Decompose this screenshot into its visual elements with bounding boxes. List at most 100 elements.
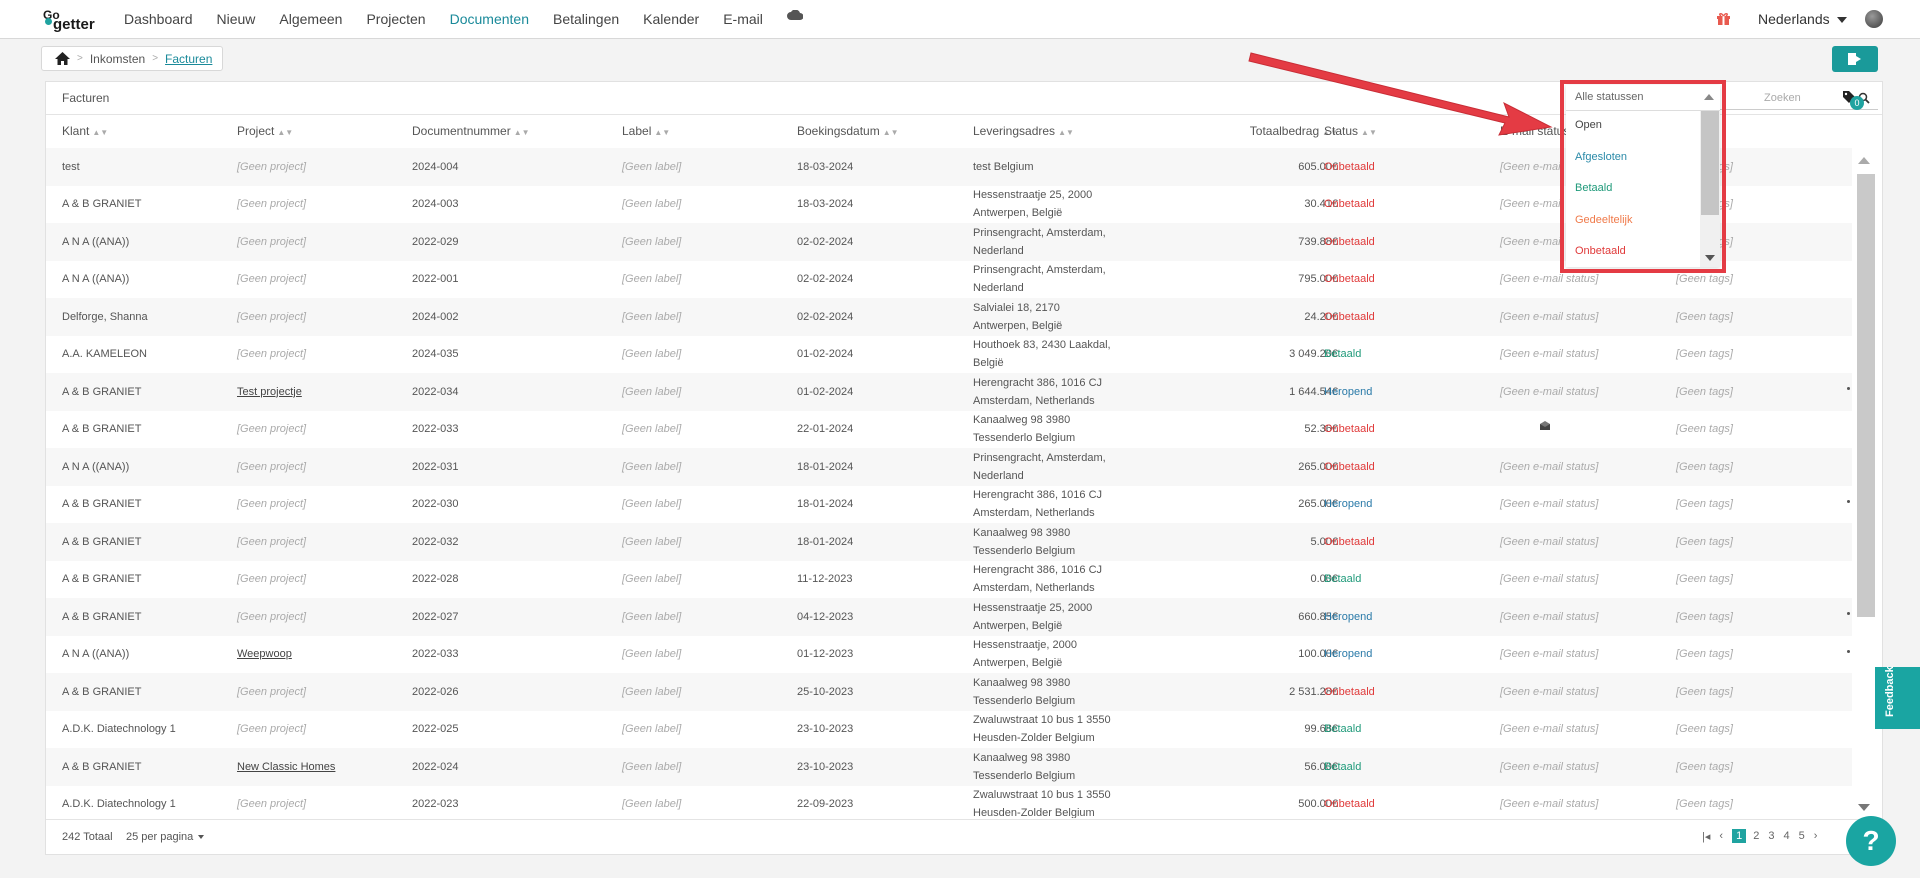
- cell-project[interactable]: [Geen project]: [237, 195, 306, 213]
- page-1[interactable]: 1: [1732, 829, 1747, 843]
- cell-label[interactable]: [Geen label]: [622, 720, 681, 738]
- per-page-select[interactable]: 25 per pagina: [126, 831, 205, 843]
- cell-status[interactable]: Heropend: [1324, 645, 1372, 663]
- cell-documentnummer[interactable]: 2022-033: [412, 645, 459, 663]
- column-header-leveringsadres[interactable]: Leveringsadres ▲▼: [973, 124, 1074, 138]
- cell-project[interactable]: [Geen project]: [237, 570, 306, 588]
- cell-label[interactable]: [Geen label]: [622, 270, 681, 288]
- cell-tags[interactable]: [Geen tags]: [1676, 570, 1733, 588]
- cell-email-status[interactable]: [Geen e-mail status]: [1500, 795, 1598, 813]
- nav-documenten[interactable]: Documenten: [450, 11, 529, 27]
- cell-tags[interactable]: [Geen tags]: [1676, 533, 1733, 551]
- cell-tags[interactable]: [Geen tags]: [1676, 420, 1733, 438]
- cell-tags[interactable]: [Geen tags]: [1676, 683, 1733, 701]
- table-row[interactable]: A.A. KAMELEON [Geen project] 2024-035 [Geen…: [46, 336, 1852, 374]
- cell-documentnummer[interactable]: 2022-025: [412, 720, 459, 738]
- cell-status[interactable]: Onbetaald: [1324, 195, 1375, 213]
- cell-label[interactable]: [Geen label]: [622, 158, 681, 176]
- cell-klant[interactable]: A & B GRANIET: [62, 383, 141, 401]
- column-header-boekingsdatum[interactable]: Boekingsdatum ▲▼: [797, 124, 899, 138]
- cell-email-status[interactable]: [Geen e-mail status]: [1500, 683, 1598, 701]
- user-avatar[interactable]: [1865, 10, 1883, 28]
- cell-email-status[interactable]: [Geen e-mail status]: [1500, 533, 1598, 551]
- nav-email[interactable]: E-mail: [723, 11, 763, 27]
- scroll-down-arrow[interactable]: [1858, 804, 1870, 811]
- page-2[interactable]: 2: [1753, 830, 1759, 842]
- cell-klant[interactable]: A & B GRANIET: [62, 683, 141, 701]
- cell-documentnummer[interactable]: 2022-032: [412, 533, 459, 551]
- cell-label[interactable]: [Geen label]: [622, 420, 681, 438]
- cell-email-status[interactable]: [Geen e-mail status]: [1500, 308, 1598, 326]
- cell-project[interactable]: Weepwoop: [237, 645, 292, 663]
- cell-status[interactable]: Onbetaald: [1324, 158, 1375, 176]
- cell-email-status[interactable]: [Geen e-mail status]: [1500, 383, 1598, 401]
- cell-tags[interactable]: [Geen tags]: [1676, 308, 1733, 326]
- table-row[interactable]: A & B GRANIET New Classic Homes 2022-024 [G…: [46, 748, 1852, 786]
- cell-klant[interactable]: A.D.K. Diatechnology 1: [62, 795, 176, 813]
- cell-klant[interactable]: Delforge, Shanna: [62, 308, 148, 326]
- cell-project[interactable]: [Geen project]: [237, 495, 306, 513]
- cell-project[interactable]: [Geen project]: [237, 233, 306, 251]
- export-button[interactable]: [1832, 46, 1878, 72]
- cell-klant[interactable]: A N A ((ANA)): [62, 458, 129, 476]
- cell-label[interactable]: [Geen label]: [622, 570, 681, 588]
- gift-icon[interactable]: [1716, 11, 1731, 26]
- nav-projecten[interactable]: Projecten: [366, 11, 425, 27]
- cell-status[interactable]: Heropend: [1324, 383, 1372, 401]
- table-row[interactable]: A.D.K. Diatechnology 1 [Geen project] 2022…: [46, 711, 1852, 749]
- cell-tags[interactable]: [Geen tags]: [1676, 458, 1733, 476]
- cell-status[interactable]: Onbetaald: [1324, 270, 1375, 288]
- home-icon[interactable]: [55, 52, 70, 65]
- cell-status[interactable]: Onbetaald: [1324, 533, 1375, 551]
- cell-email-status[interactable]: [Geen e-mail status]: [1500, 720, 1598, 738]
- cell-label[interactable]: [Geen label]: [622, 345, 681, 363]
- nav-nieuw[interactable]: Nieuw: [217, 11, 256, 27]
- cell-status[interactable]: Onbetaald: [1324, 420, 1375, 438]
- cell-project[interactable]: [Geen project]: [237, 533, 306, 551]
- cell-project[interactable]: Test projectje: [237, 383, 302, 401]
- cell-status[interactable]: Heropend: [1324, 495, 1372, 513]
- cell-klant[interactable]: A.A. KAMELEON: [62, 345, 147, 363]
- cell-label[interactable]: [Geen label]: [622, 608, 681, 626]
- cell-project[interactable]: New Classic Homes: [237, 758, 335, 776]
- cell-documentnummer[interactable]: 2022-031: [412, 458, 459, 476]
- page-3[interactable]: 3: [1768, 830, 1774, 842]
- cell-label[interactable]: [Geen label]: [622, 458, 681, 476]
- cell-label[interactable]: [Geen label]: [622, 645, 681, 663]
- feedback-tab[interactable]: Feedback: [1875, 666, 1920, 729]
- column-header-klant[interactable]: Klant ▲▼: [62, 124, 108, 138]
- cell-status[interactable]: Onbetaald: [1324, 458, 1375, 476]
- table-row[interactable]: A & B GRANIET [Geen project] 2022-027 [Geen…: [46, 598, 1852, 636]
- table-scrollbar[interactable]: [1853, 148, 1875, 818]
- table-row[interactable]: Delforge, Shanna [Geen project] 2024-002 [G…: [46, 298, 1852, 336]
- cell-status[interactable]: Betaald: [1324, 345, 1361, 363]
- language-selector[interactable]: Nederlands: [1758, 11, 1847, 27]
- table-row[interactable]: A & B GRANIET [Geen project] 2022-026 [Geen…: [46, 673, 1852, 711]
- cell-documentnummer[interactable]: 2024-002: [412, 308, 459, 326]
- cell-documentnummer[interactable]: 2024-035: [412, 345, 459, 363]
- cell-email-status[interactable]: [Geen e-mail status]: [1500, 458, 1598, 476]
- cell-tags[interactable]: [Geen tags]: [1676, 345, 1733, 363]
- table-row[interactable]: A & B GRANIET [Geen project] 2022-030 [Geen…: [46, 486, 1852, 524]
- table-row[interactable]: A N A ((ANA)) Weepwoop 2022-033 [Geen label…: [46, 636, 1852, 674]
- scrollbar-thumb[interactable]: [1857, 174, 1875, 617]
- cell-project[interactable]: [Geen project]: [237, 270, 306, 288]
- cell-tags[interactable]: [Geen tags]: [1676, 608, 1733, 626]
- page-5[interactable]: 5: [1799, 830, 1805, 842]
- cell-project[interactable]: [Geen project]: [237, 420, 306, 438]
- cell-klant[interactable]: A & B GRANIET: [62, 758, 141, 776]
- cell-label[interactable]: [Geen label]: [622, 308, 681, 326]
- cell-email-status[interactable]: [Geen e-mail status]: [1500, 758, 1598, 776]
- help-button[interactable]: ?: [1846, 816, 1896, 866]
- cell-status[interactable]: Onbetaald: [1324, 233, 1375, 251]
- cell-project[interactable]: [Geen project]: [237, 795, 306, 813]
- cell-documentnummer[interactable]: 2022-030: [412, 495, 459, 513]
- cell-project[interactable]: [Geen project]: [237, 608, 306, 626]
- breadcrumb-inkomsten[interactable]: Inkomsten: [90, 52, 145, 66]
- cell-documentnummer[interactable]: 2022-028: [412, 570, 459, 588]
- table-row[interactable]: A & B GRANIET [Geen project] 2022-033 [Geen…: [46, 411, 1852, 449]
- column-header-status[interactable]: Status ▲▼: [1324, 124, 1377, 138]
- cell-label[interactable]: [Geen label]: [622, 795, 681, 813]
- cell-email-status[interactable]: [Geen e-mail status]: [1500, 608, 1598, 626]
- cell-project[interactable]: [Geen project]: [237, 345, 306, 363]
